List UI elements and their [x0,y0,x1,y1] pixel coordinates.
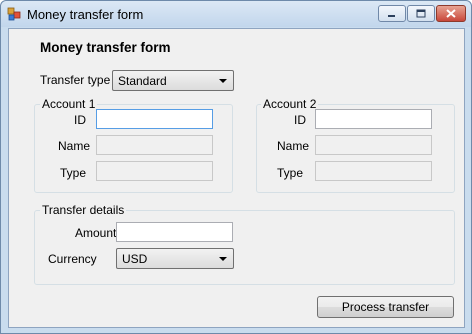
account2-id-label: ID [294,113,306,127]
account2-name-field [315,135,432,155]
account1-type-field [96,161,213,181]
process-transfer-button[interactable]: Process transfer [317,296,454,318]
account2-type-label: Type [277,166,304,180]
account2-type-field [315,161,432,181]
currency-value: USD [122,252,148,266]
account1-name-field [96,135,213,155]
transfer-details-group [34,210,455,285]
account2-id-field[interactable] [315,109,432,129]
title-bar[interactable]: Money transfer form [1,1,471,27]
app-icon [7,7,21,21]
maximize-button[interactable] [407,5,435,22]
transfer-type-value: Standard [118,74,167,88]
form-heading: Money transfer form [40,40,171,55]
maximize-icon [408,6,434,21]
amount-field[interactable] [116,222,233,242]
amount-input[interactable] [117,223,232,241]
account1-name-label: Name [58,139,91,153]
close-button[interactable] [436,5,466,22]
account1-id-field[interactable] [96,109,213,129]
account2-name-input [316,136,431,154]
account1-name-input [97,136,212,154]
transfer-type-label: Transfer type [40,73,111,87]
account1-id-input[interactable] [97,110,212,128]
account1-group-label: Account 1 [40,97,98,111]
window-title: Money transfer form [27,7,144,22]
account2-name-label: Name [277,139,310,153]
chevron-down-icon [219,79,227,83]
transfer-type-select[interactable]: Standard [112,70,234,91]
minimize-icon [379,6,405,21]
account2-id-input[interactable] [316,110,431,128]
account1-type-label: Type [60,166,87,180]
app-window: Money transfer form Money transfer form … [0,0,472,334]
amount-label: Amount [75,226,117,240]
form-client-area: Money transfer form Transfer type Standa… [8,28,465,328]
currency-select[interactable]: USD [116,248,234,269]
transfer-details-group-label: Transfer details [40,203,127,217]
currency-label: Currency [48,252,97,266]
account2-group-label: Account 2 [261,97,319,111]
account1-type-input [97,162,212,180]
account2-type-input [316,162,431,180]
minimize-button[interactable] [378,5,406,22]
account1-id-label: ID [74,113,86,127]
close-icon [437,6,465,21]
chevron-down-icon [219,257,227,261]
